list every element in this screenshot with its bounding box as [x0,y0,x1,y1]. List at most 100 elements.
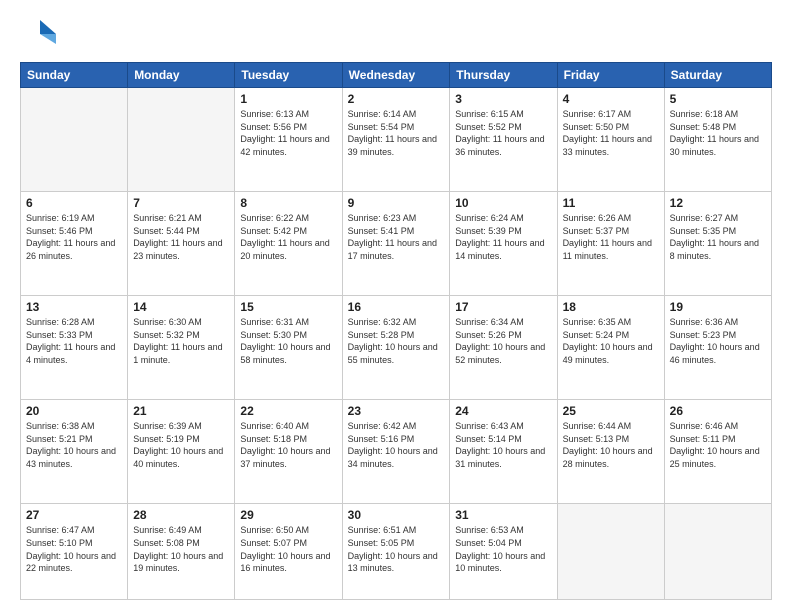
col-tuesday: Tuesday [235,63,342,88]
day-number: 20 [26,404,122,418]
table-cell: 20 Sunrise: 6:38 AMSunset: 5:21 PMDayligh… [21,400,128,504]
day-info: Sunrise: 6:13 AMSunset: 5:56 PMDaylight:… [240,108,336,158]
day-number: 1 [240,92,336,106]
table-cell: 29 Sunrise: 6:50 AMSunset: 5:07 PMDayligh… [235,504,342,600]
table-cell: 1 Sunrise: 6:13 AMSunset: 5:56 PMDaylight… [235,88,342,192]
day-number: 17 [455,300,551,314]
table-cell: 14Sunrise: 6:30 AMSunset: 5:32 PMDayligh… [128,296,235,400]
table-cell [21,88,128,192]
day-info: Sunrise: 6:34 AMSunset: 5:26 PMDaylight:… [455,316,551,366]
day-info: Sunrise: 6:28 AMSunset: 5:33 PMDaylight:… [26,316,122,366]
table-cell: 10 Sunrise: 6:24 AMSunset: 5:39 PMDayligh… [450,192,557,296]
table-cell: 17 Sunrise: 6:34 AMSunset: 5:26 PMDayligh… [450,296,557,400]
day-number: 29 [240,508,336,522]
table-cell: 24Sunrise: 6:43 AMSunset: 5:14 PMDayligh… [450,400,557,504]
table-cell: 7Sunrise: 6:21 AMSunset: 5:44 PMDaylight… [128,192,235,296]
col-thursday: Thursday [450,63,557,88]
col-wednesday: Wednesday [342,63,450,88]
day-info: Sunrise: 6:23 AMSunset: 5:41 PMDaylight:… [348,212,445,262]
day-info: Sunrise: 6:38 AMSunset: 5:21 PMDaylight:… [26,420,122,470]
day-number: 3 [455,92,551,106]
day-info: Sunrise: 6:18 AMSunset: 5:48 PMDaylight:… [670,108,766,158]
calendar-table: Sunday Monday Tuesday Wednesday Thursday… [20,62,772,600]
table-cell: 28 Sunrise: 6:49 AMSunset: 5:08 PMDayligh… [128,504,235,600]
page: Sunday Monday Tuesday Wednesday Thursday… [0,0,792,612]
day-info: Sunrise: 6:31 AMSunset: 5:30 PMDaylight:… [240,316,336,366]
day-number: 23 [348,404,445,418]
day-number: 25 [563,404,659,418]
table-cell: 8 Sunrise: 6:22 AMSunset: 5:42 PMDaylight… [235,192,342,296]
day-info: Sunrise: 6:49 AMSunset: 5:08 PMDaylight:… [133,524,229,574]
day-info: Sunrise: 6:42 AMSunset: 5:16 PMDaylight:… [348,420,445,470]
day-number: 5 [670,92,766,106]
col-sunday: Sunday [21,63,128,88]
day-info: Sunrise: 6:27 AMSunset: 5:35 PMDaylight:… [670,212,766,262]
logo-icon [20,16,56,52]
table-cell: 4 Sunrise: 6:17 AMSunset: 5:50 PMDaylight… [557,88,664,192]
logo [20,16,60,52]
day-number: 31 [455,508,551,522]
table-cell: 25Sunrise: 6:44 AMSunset: 5:13 PMDayligh… [557,400,664,504]
day-number: 22 [240,404,336,418]
table-cell: 13 Sunrise: 6:28 AMSunset: 5:33 PMDayligh… [21,296,128,400]
table-cell: 21Sunrise: 6:39 AMSunset: 5:19 PMDayligh… [128,400,235,504]
day-number: 9 [348,196,445,210]
day-info: Sunrise: 6:32 AMSunset: 5:28 PMDaylight:… [348,316,445,366]
table-cell: 11 Sunrise: 6:26 AMSunset: 5:37 PMDayligh… [557,192,664,296]
day-number: 30 [348,508,445,522]
day-number: 10 [455,196,551,210]
header [20,16,772,52]
day-info: Sunrise: 6:39 AMSunset: 5:19 PMDaylight:… [133,420,229,470]
table-cell: 6Sunrise: 6:19 AMSunset: 5:46 PMDaylight… [21,192,128,296]
table-cell [128,88,235,192]
table-cell [664,504,771,600]
day-number: 11 [563,196,659,210]
day-info: Sunrise: 6:14 AMSunset: 5:54 PMDaylight:… [348,108,445,158]
day-info: Sunrise: 6:15 AMSunset: 5:52 PMDaylight:… [455,108,551,158]
day-number: 16 [348,300,445,314]
day-info: Sunrise: 6:51 AMSunset: 5:05 PMDaylight:… [348,524,445,574]
day-info: Sunrise: 6:36 AMSunset: 5:23 PMDaylight:… [670,316,766,366]
table-cell: 30 Sunrise: 6:51 AMSunset: 5:05 PMDayligh… [342,504,450,600]
table-cell: 31 Sunrise: 6:53 AMSunset: 5:04 PMDayligh… [450,504,557,600]
table-cell: 26 Sunrise: 6:46 AMSunset: 5:11 PMDayligh… [664,400,771,504]
day-info: Sunrise: 6:24 AMSunset: 5:39 PMDaylight:… [455,212,551,262]
day-number: 4 [563,92,659,106]
calendar-header-row: Sunday Monday Tuesday Wednesday Thursday… [21,63,772,88]
day-number: 8 [240,196,336,210]
day-info: Sunrise: 6:35 AMSunset: 5:24 PMDaylight:… [563,316,659,366]
table-cell: 5 Sunrise: 6:18 AMSunset: 5:48 PMDaylight… [664,88,771,192]
table-cell: 16 Sunrise: 6:32 AMSunset: 5:28 PMDayligh… [342,296,450,400]
day-number: 28 [133,508,229,522]
day-info: Sunrise: 6:40 AMSunset: 5:18 PMDaylight:… [240,420,336,470]
day-number: 24 [455,404,551,418]
day-info: Sunrise: 6:17 AMSunset: 5:50 PMDaylight:… [563,108,659,158]
table-cell: 2 Sunrise: 6:14 AMSunset: 5:54 PMDaylight… [342,88,450,192]
day-info: Sunrise: 6:22 AMSunset: 5:42 PMDaylight:… [240,212,336,262]
table-cell: 19Sunrise: 6:36 AMSunset: 5:23 PMDayligh… [664,296,771,400]
day-info: Sunrise: 6:19 AMSunset: 5:46 PMDaylight:… [26,212,122,262]
table-cell: 15 Sunrise: 6:31 AMSunset: 5:30 PMDayligh… [235,296,342,400]
day-info: Sunrise: 6:26 AMSunset: 5:37 PMDaylight:… [563,212,659,262]
day-info: Sunrise: 6:46 AMSunset: 5:11 PMDaylight:… [670,420,766,470]
day-number: 18 [563,300,659,314]
day-number: 26 [670,404,766,418]
col-monday: Monday [128,63,235,88]
day-number: 15 [240,300,336,314]
table-cell: 22 Sunrise: 6:40 AMSunset: 5:18 PMDayligh… [235,400,342,504]
table-cell: 3 Sunrise: 6:15 AMSunset: 5:52 PMDaylight… [450,88,557,192]
day-number: 13 [26,300,122,314]
day-info: Sunrise: 6:30 AMSunset: 5:32 PMDaylight:… [133,316,229,366]
day-info: Sunrise: 6:50 AMSunset: 5:07 PMDaylight:… [240,524,336,574]
table-cell: 27Sunrise: 6:47 AMSunset: 5:10 PMDayligh… [21,504,128,600]
day-number: 12 [670,196,766,210]
table-cell [557,504,664,600]
table-cell: 12 Sunrise: 6:27 AMSunset: 5:35 PMDayligh… [664,192,771,296]
day-number: 27 [26,508,122,522]
day-number: 7 [133,196,229,210]
day-info: Sunrise: 6:53 AMSunset: 5:04 PMDaylight:… [455,524,551,574]
table-cell: 18 Sunrise: 6:35 AMSunset: 5:24 PMDayligh… [557,296,664,400]
col-friday: Friday [557,63,664,88]
table-cell: 9 Sunrise: 6:23 AMSunset: 5:41 PMDaylight… [342,192,450,296]
day-number: 2 [348,92,445,106]
